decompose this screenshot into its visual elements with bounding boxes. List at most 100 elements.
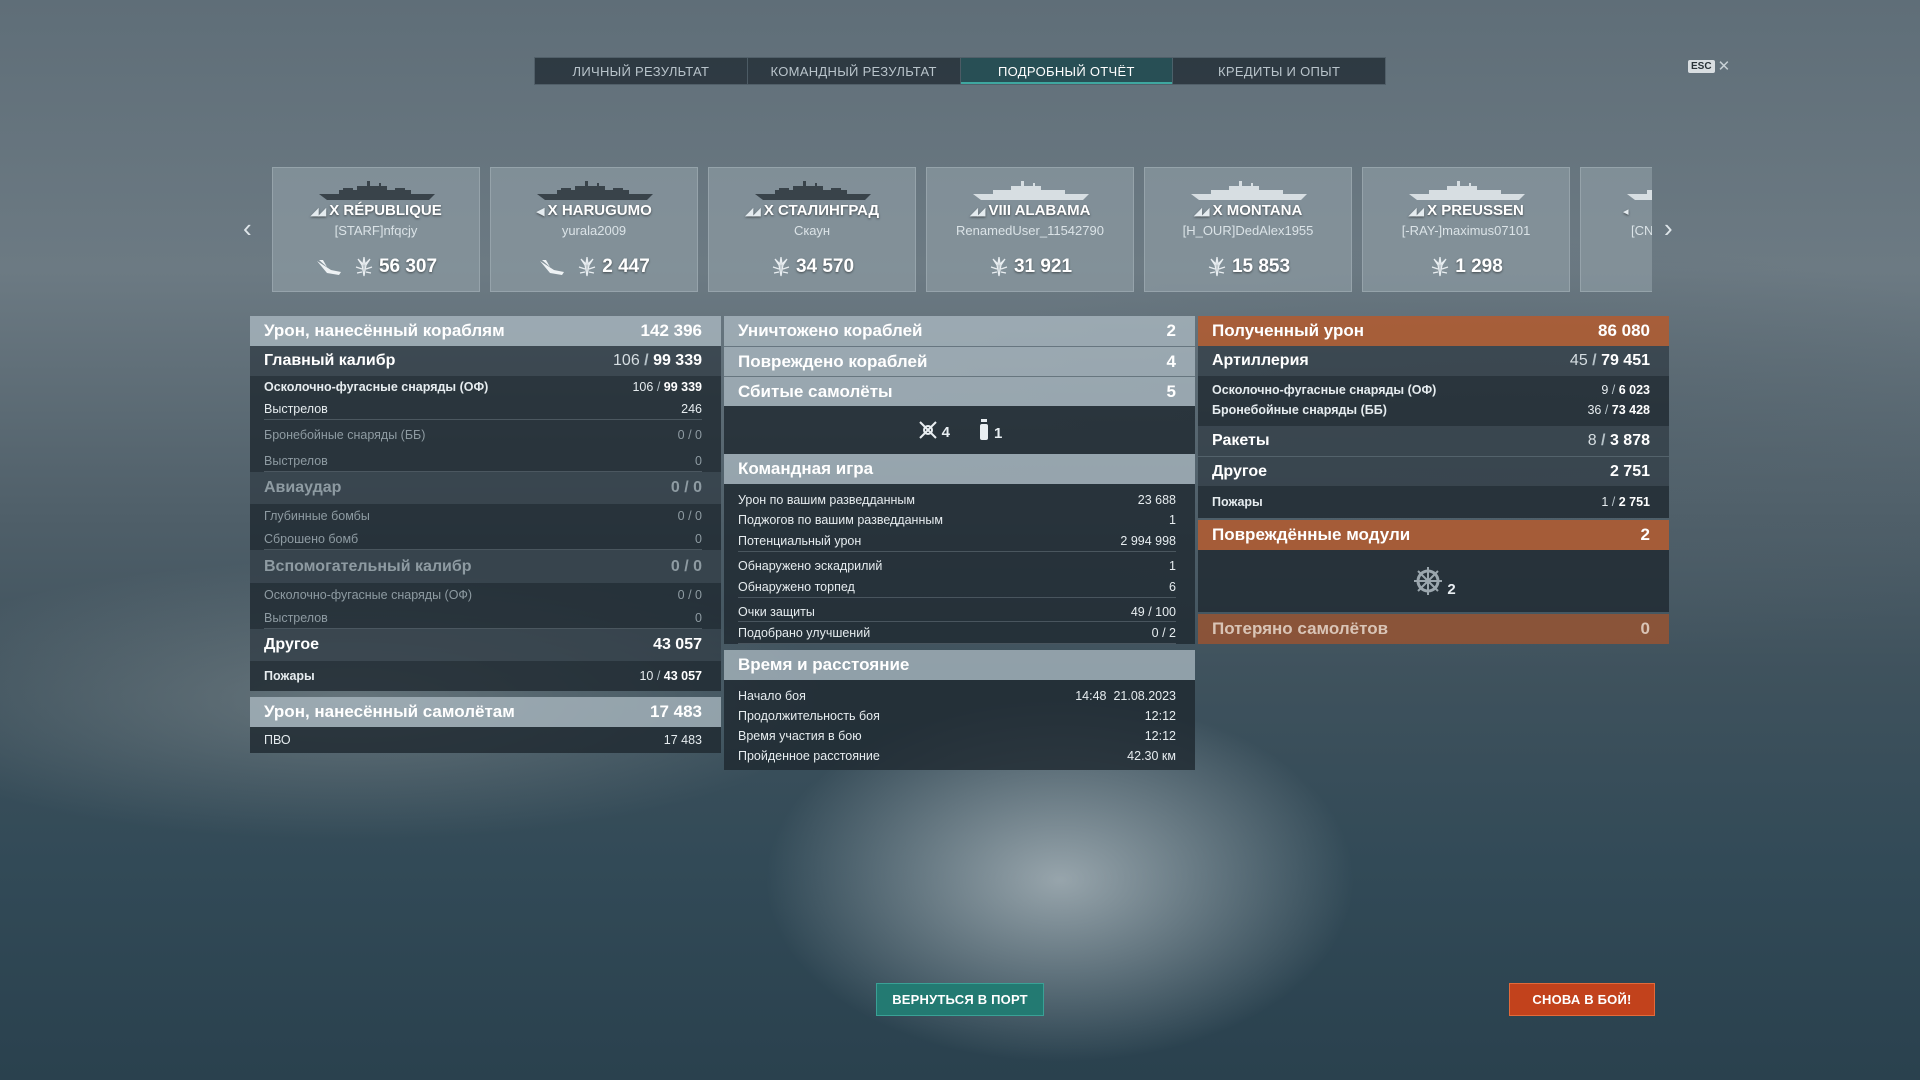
tab-team-result[interactable]: КОМАНДНЫЙ РЕЗУЛЬТАТ <box>748 58 961 84</box>
recv-other-row: Другое 2 751 <box>1198 456 1669 486</box>
carousel-next-arrow-icon[interactable]: › <box>1664 215 1673 241</box>
ship-class-icon: ◢◢ <box>969 206 986 218</box>
ship-name: ◂ <box>1581 202 1652 219</box>
ship-card-montana[interactable]: ◢◢ X MONTANA [H_OUR]DedAlex1955 15 853 <box>1144 167 1352 292</box>
rockets-row: Ракеты 8 / 3 878 <box>1198 426 1669 456</box>
destroyed-value: 2 <box>1166 321 1176 340</box>
damage-icon <box>353 257 375 277</box>
ship-card-harugumo[interactable]: ◀ X HARUGUMO yurala2009 2 447 <box>490 167 698 292</box>
sec-he-row: Осколочно-фугасные снаряды (ОФ) 0 / 0 <box>250 583 721 607</box>
participation-label: Время участия в бою <box>738 729 862 743</box>
ship-silhouette-icon <box>317 180 437 202</box>
torpedoes-row: Обнаружено торпед 6 <box>724 576 1195 598</box>
rockets-label: Ракеты <box>1212 432 1270 449</box>
received-damage-value: 86 080 <box>1598 321 1650 340</box>
recv-he-value: 9 / 6 023 <box>1601 383 1650 397</box>
ship-name-label: X СТАЛИНГРАД <box>763 202 880 219</box>
damage-value: 1 298 <box>1455 256 1503 277</box>
team-play-label: Командная игра <box>738 459 874 478</box>
fighters-count: 4 <box>941 424 950 441</box>
damaged-label: Повреждено кораблей <box>738 351 928 371</box>
battle-start-label: Начало боя <box>738 689 806 703</box>
ship-card-preussen[interactable]: ◢◢ X PREUSSEN [-RAY-]maximus07101 1 298 <box>1362 167 1570 292</box>
tab-credits-xp[interactable]: КРЕДИТЫ И ОПЫТ <box>1173 58 1385 84</box>
player-name: [H_OUR]DedAlex1955 <box>1182 223 1314 238</box>
close-button[interactable]: ESC ✕ <box>1688 59 1730 74</box>
tab-detailed-report[interactable]: ПОДРОБНЫЙ ОТЧЁТ <box>960 58 1174 84</box>
squadrons-value: 1 <box>1169 559 1176 573</box>
ship-name: ◀ X HARUGUMO <box>491 202 697 219</box>
ship-name-label: X MONTANA <box>1212 202 1303 219</box>
ship-name-label: X RÉPUBLIQUE <box>329 202 442 219</box>
duration-label: Продолжительность боя <box>738 709 880 723</box>
distance-row: Пройденное расстояние 42.30 км <box>724 746 1195 766</box>
ship-damage-header: Урон, нанесённый кораблям 142 396 <box>250 316 721 346</box>
participation-value: 12:12 <box>1144 729 1176 743</box>
aa-label: ПВО <box>264 733 291 747</box>
recv-ap-value: 36 / 73 428 <box>1587 403 1650 417</box>
bombs-dropped-value: 0 <box>695 532 702 546</box>
planes-lost-label: Потеряно самолётов <box>1212 619 1389 638</box>
plane-damage-header: Урон, нанесённый самолётам 17 483 <box>250 697 721 727</box>
recv-ap-label: Бронебойные снаряды (ББ) <box>1212 403 1387 417</box>
fighters-group: 4 <box>917 419 950 441</box>
bomb-icon <box>980 419 988 440</box>
damage-value: 2 447 <box>602 256 650 277</box>
ship-card-republique[interactable]: ◢◢ X RÉPUBLIQUE [STARF]nfqcjy 56 307 <box>272 167 480 292</box>
main-battery-row: Главный калибр 106 / 99 339 <box>250 346 721 376</box>
ship-card-partial[interactable]: ◂ [CN <box>1580 167 1652 292</box>
sec-he-label: Осколочно-фугасные снаряды (ОФ) <box>264 588 473 602</box>
ap-shots-row: Выстрелов 0 <box>250 450 721 472</box>
he-shots-row: Выстрелов 246 <box>250 398 721 420</box>
other-damage-label: Другое <box>264 636 319 653</box>
airstrike-row: Авиаудар 0 / 0 <box>250 472 721 504</box>
he-shots-label: Выстрелов <box>264 402 328 416</box>
planes-down-row: Сбитые самолёты 5 <box>724 376 1195 406</box>
ship-name: ◢◢ X MONTANA <box>1145 202 1351 219</box>
squadrons-label: Обнаружено эскадрилий <box>738 559 883 573</box>
ship-stats: 1 298 <box>1363 256 1569 278</box>
main-battery-value: 106 / 99 339 <box>613 352 702 369</box>
battle-again-button[interactable]: СНОВА В БОЙ! <box>1509 983 1655 1016</box>
artillery-value: 45 / 79 451 <box>1569 352 1650 369</box>
module-group: 2 <box>1411 564 1456 598</box>
secondary-value: 0 / 0 <box>670 557 702 575</box>
ship-class-icon: ◢◢ <box>1408 206 1424 218</box>
artillery-label: Артиллерия <box>1212 352 1309 369</box>
ship-class-icon: ◢◢ <box>1193 206 1210 218</box>
damage-icon <box>770 257 792 277</box>
team-play-list: Урон по вашим разведданным 23 688 Поджог… <box>724 484 1195 644</box>
damaged-value: 4 <box>1166 351 1176 371</box>
plane-damage-icon <box>315 258 343 276</box>
ship-card-alabama[interactable]: ◢◢ VIII ALABAMA RenamedUser_11542790 31 9… <box>926 167 1134 292</box>
received-damage-label: Полученный урон <box>1212 321 1365 340</box>
recv-fires-label: Пожары <box>1212 495 1263 509</box>
ship-stats: 15 853 <box>1145 256 1351 278</box>
return-to-port-button[interactable]: ВЕРНУТЬСЯ В ПОРТ <box>876 983 1044 1016</box>
ship-class-icon: ◢◢ <box>310 206 326 218</box>
defense-points-value: 49 / 100 <box>1130 605 1176 619</box>
ship-damage-value: 142 396 <box>640 321 702 340</box>
carousel-prev-arrow-icon[interactable]: ‹ <box>243 215 252 241</box>
damage-icon <box>988 257 1010 277</box>
planes-lost-row: Потеряно самолётов 0 <box>1198 614 1669 644</box>
time-distance-list: Начало боя 14:48 21.08.2023 Продолжитель… <box>724 680 1195 770</box>
fighter-icon <box>918 421 937 439</box>
bombs-dropped-label: Сброшено бомб <box>264 532 359 546</box>
ship-name: ◢◢ X RÉPUBLIQUE <box>273 202 479 219</box>
bombers-group: 1 <box>978 418 1002 442</box>
module-count: 2 <box>1447 581 1456 598</box>
squadrons-row: Обнаружено эскадрилий 1 <box>724 552 1195 576</box>
spot-damage-label: Урон по вашим разведданным <box>738 493 915 507</box>
tab-personal-result[interactable]: ЛИЧНЫЙ РЕЗУЛЬТАТ <box>535 58 748 84</box>
ship-name: ◢◢ X PREUSSEN <box>1363 202 1569 219</box>
recv-other-label: Другое <box>1212 462 1267 480</box>
ship-stats: 34 570 <box>709 256 915 278</box>
potential-damage-value: 2 994 998 <box>1120 534 1176 548</box>
airstrike-label: Авиаудар <box>264 479 342 496</box>
ship-name-label: VIII ALABAMA <box>988 202 1091 219</box>
ap-shots-value: 0 <box>695 454 702 468</box>
ship-card-stalingrad[interactable]: ◢◢ X СТАЛИНГРАД Скаун 34 570 <box>708 167 916 292</box>
ship-stats: 31 921 <box>927 256 1133 278</box>
recv-fires-value: 1 / 2 751 <box>1601 495 1650 509</box>
